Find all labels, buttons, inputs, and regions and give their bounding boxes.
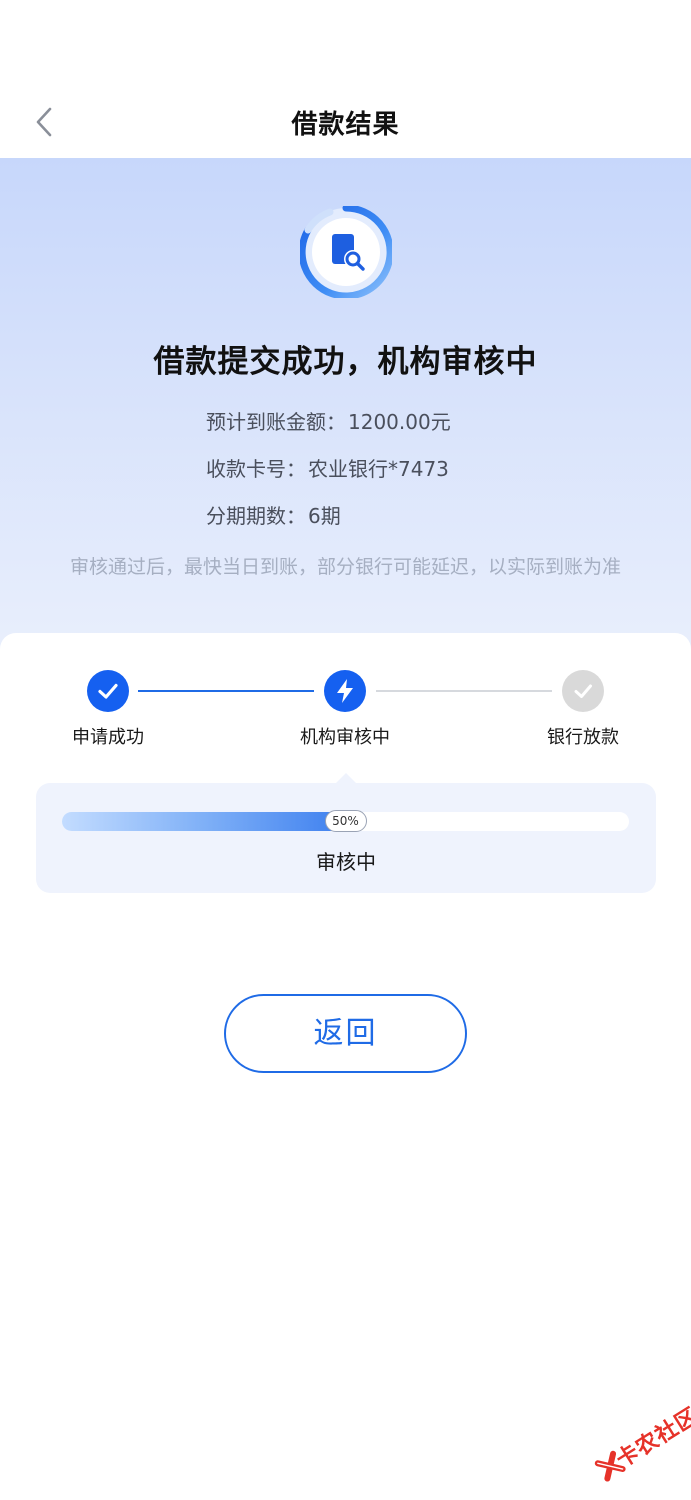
expected-amount-label: 预计到账金额： [206,410,346,434]
status-title: 借款提交成功，机构审核中 [153,344,538,380]
progress-bar-fill [62,812,346,831]
installments-row: 分期期数： 6期 [206,500,341,529]
arrival-notice: 审核通过后，最快当日到账，部分银行可能延迟，以实际到账为准 [69,556,621,578]
progress-card: 申请成功 机构审核中 银行放款 50% 审核中 返回 [0,633,691,1500]
expected-amount-row: 预计到账金额： 1200.00元 [206,406,451,435]
installments-label: 分期期数： [206,504,306,528]
receiving-card-value: 农业银行*7473 [308,457,449,481]
receiving-card-label: 收款卡号： [206,457,306,481]
progress-percent-badge: 50% [324,810,367,832]
step-label-disbursed: 银行放款 [547,727,619,748]
watermark-text: 卡农社区 [612,1403,691,1474]
step-label-applied: 申请成功 [72,727,144,748]
step-circle-applied [87,670,129,712]
checkmark-icon [98,683,118,699]
expected-amount-value: 1200.00元 [348,410,451,434]
receiving-card-row: 收款卡号： 农业银行*7473 [206,453,449,482]
result-hero: 借款提交成功，机构审核中 预计到账金额： 1200.00元 收款卡号： 农业银行*7… [0,158,691,658]
progress-pointer [336,773,356,783]
step-circle-reviewing [324,670,366,712]
nav-header: 借款结果 [0,0,691,158]
step-circle-disbursed [562,670,604,712]
step-connector-2 [376,690,552,692]
document-search-icon [300,206,392,298]
step-connector-1 [138,690,314,692]
page-title: 借款结果 [291,110,400,140]
step-label-reviewing: 机构审核中 [300,727,390,748]
lightning-icon [337,679,353,703]
return-button[interactable]: 返回 [224,994,467,1073]
progress-status-text: 审核中 [316,850,376,874]
review-progress-panel: 50% 审核中 [36,773,656,893]
progress-bar: 50% [62,810,629,832]
installments-value: 6期 [308,504,341,528]
checkmark-icon [574,684,592,698]
